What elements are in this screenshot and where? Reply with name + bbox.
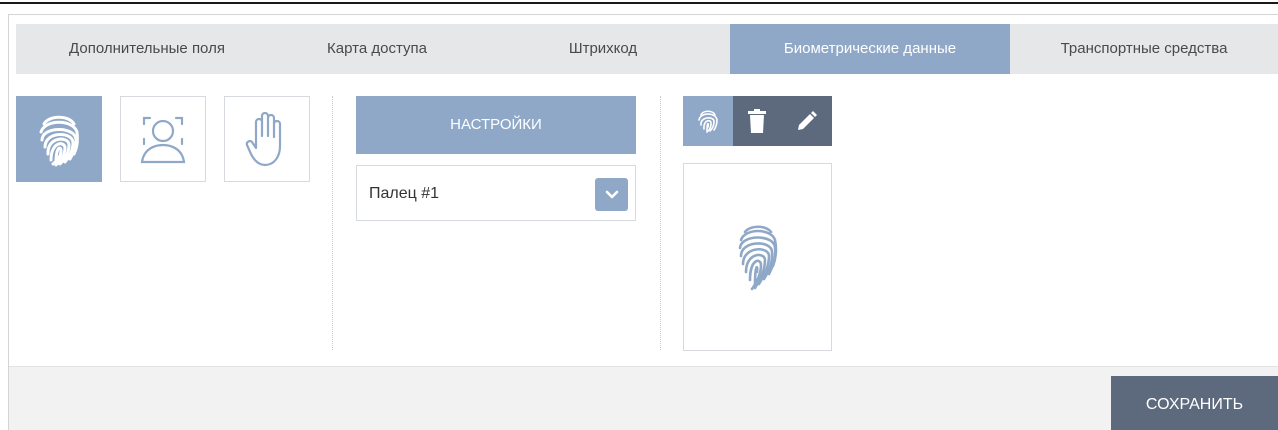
fingerprint-icon (738, 225, 777, 291)
delete-template-button[interactable] (733, 96, 783, 146)
save-button[interactable]: СОХРАНИТЬ (1111, 376, 1278, 430)
tab-additional-fields[interactable]: Дополнительные поля (16, 24, 278, 74)
finger-select[interactable]: Палец #1 (356, 165, 636, 221)
column-divider (332, 96, 333, 350)
fingerprint-type-button[interactable] (16, 96, 102, 182)
fingerprint-icon (697, 110, 718, 133)
tab-access-card[interactable]: Карта доступа (278, 24, 476, 74)
palm-type-button[interactable] (224, 96, 310, 182)
tab-bar: Дополнительные поля Карта доступа Штрихк… (16, 24, 1278, 74)
face-type-button[interactable] (120, 96, 206, 182)
pencil-icon (797, 111, 817, 130)
trash-icon (748, 109, 767, 133)
palm-icon (245, 111, 282, 167)
fingerprint-icon (39, 115, 79, 167)
tab-barcode[interactable]: Штрихкод (476, 24, 730, 74)
column-divider (660, 96, 661, 350)
finger-select-value: Палец #1 (369, 185, 440, 202)
chevron-down-icon[interactable] (595, 178, 628, 211)
scan-fingerprint-button[interactable] (683, 96, 733, 146)
edit-template-button[interactable] (782, 96, 832, 146)
fingerprint-template-preview (683, 163, 832, 351)
tab-vehicles[interactable]: Транспортные средства (1010, 24, 1278, 74)
settings-button[interactable]: НАСТРОЙКИ (356, 96, 636, 154)
footer-bar (9, 366, 1278, 430)
tab-biometric-data[interactable]: Биометрические данные (730, 24, 1010, 74)
top-border-line (0, 2, 1278, 4)
template-toolbar (683, 96, 832, 146)
face-icon (140, 116, 186, 164)
